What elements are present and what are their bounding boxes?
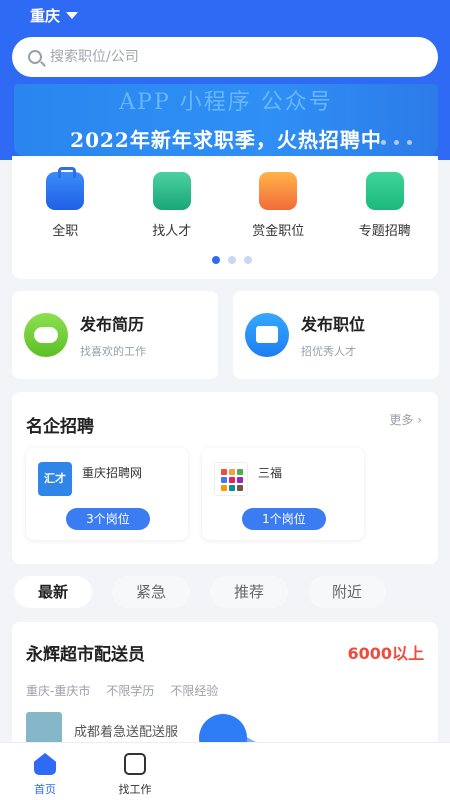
category-label: 全职 <box>52 224 79 239</box>
caret-down-icon <box>66 12 79 19</box>
nav-label: 找工作 <box>118 783 152 796</box>
job-tag: 不限经验 <box>170 684 219 698</box>
section-title: 名企招聘 <box>26 417 94 437</box>
city-label: 重庆 <box>30 7 61 25</box>
pager-dot[interactable] <box>228 256 236 264</box>
search-icon <box>28 50 42 64</box>
category-label: 专题招聘 <box>358 224 411 239</box>
banner-dots <box>381 140 412 145</box>
graduation-cap-icon <box>152 172 191 210</box>
publish-job-button[interactable]: 发布职位 招优秀人才 <box>233 291 439 379</box>
position-count-button[interactable]: 1个岗位 <box>242 508 326 530</box>
search-input[interactable] <box>50 49 410 65</box>
tab-latest[interactable]: 最新 <box>14 576 92 608</box>
company-card[interactable]: 三福 1个岗位 <box>202 448 364 540</box>
category-special-recruit[interactable]: 专题招聘 <box>332 172 439 239</box>
company-name: 成都着急送配送服 <box>74 724 179 740</box>
folder-icon <box>245 313 289 357</box>
famous-companies-card: 名企招聘 更多 › 汇才 重庆招聘网 3个岗位 三福 1个岗位 <box>12 392 438 564</box>
search-bar[interactable] <box>12 37 438 77</box>
category-bounty-jobs[interactable]: 赏金职位 <box>225 172 332 239</box>
category-label: 赏金职位 <box>252 224 305 239</box>
briefcase-icon <box>46 167 85 210</box>
nav-find-job[interactable]: 找工作 <box>90 743 180 800</box>
job-tag: 不限学历 <box>106 684 155 698</box>
publish-title: 发布职位 <box>301 315 366 334</box>
nav-label: 首页 <box>34 783 56 796</box>
bottom-nav: 首页 找工作 <box>0 742 450 800</box>
category-label: 找人才 <box>152 224 192 239</box>
publish-subtitle: 招优秀人才 <box>301 345 356 358</box>
publish-subtitle: 找喜欢的工作 <box>80 345 146 358</box>
banner-line2: 2022年新年求职季，火热招聘中 <box>70 128 382 152</box>
company-name: 三福 <box>258 466 283 480</box>
category-full-time[interactable]: 全职 <box>12 167 119 239</box>
pager-dot[interactable] <box>212 256 220 264</box>
tab-recommended[interactable]: 推荐 <box>210 576 288 608</box>
pager-dot[interactable] <box>244 256 252 264</box>
job-title: 永辉超市配送员 <box>26 645 145 665</box>
position-count-button[interactable]: 3个岗位 <box>66 508 150 530</box>
nav-home[interactable]: 首页 <box>0 743 90 800</box>
resume-face-icon <box>24 313 68 357</box>
tab-nearby[interactable]: 附近 <box>308 576 386 608</box>
job-tag: 重庆-重庆市 <box>26 684 91 698</box>
coin-stack-icon <box>259 172 298 210</box>
category-find-talent[interactable]: 找人才 <box>119 172 226 239</box>
filter-tabs: 最新 紧急 推荐 附近 <box>14 576 386 608</box>
job-tags: 重庆-重庆市 不限学历 不限经验 <box>26 682 218 699</box>
category-card: 全职 找人才 赏金职位 专题招聘 <box>12 156 438 279</box>
publish-title: 发布简历 <box>80 315 145 334</box>
map-icon <box>365 172 404 210</box>
home-icon <box>34 753 56 775</box>
promo-banner[interactable]: APP 小程序 公众号 2022年新年求职季，火热招聘中 <box>14 84 438 156</box>
company-card[interactable]: 汇才 重庆招聘网 3个岗位 <box>26 448 188 540</box>
briefcase-icon <box>124 753 146 775</box>
banner-line1: APP 小程序 公众号 <box>119 90 333 115</box>
tab-urgent[interactable]: 紧急 <box>112 576 190 608</box>
company-logo <box>214 462 248 496</box>
company-logo: 汇才 <box>38 462 72 496</box>
job-salary: 6000以上 <box>347 644 424 663</box>
carousel-pager <box>212 256 252 264</box>
company-name: 重庆招聘网 <box>82 466 143 480</box>
publish-resume-button[interactable]: 发布简历 找喜欢的工作 <box>12 291 218 379</box>
city-selector[interactable]: 重庆 <box>30 5 79 26</box>
more-link[interactable]: 更多 › <box>389 411 422 428</box>
